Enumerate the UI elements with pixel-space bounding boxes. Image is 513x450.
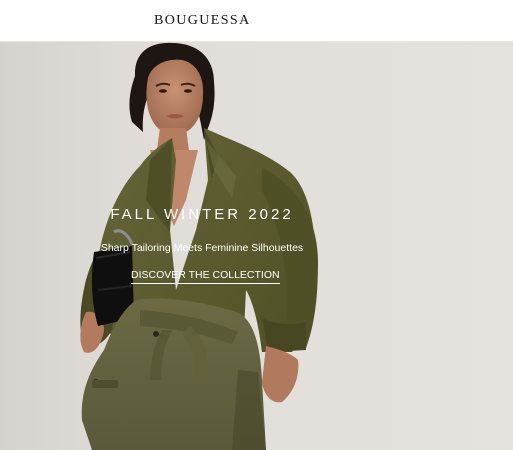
- brand-logo[interactable]: BOUGUESSA: [154, 13, 251, 29]
- discover-collection-link[interactable]: DISCOVER THE COLLECTION: [131, 269, 280, 284]
- hero-banner[interactable]: FALL WINTER 2022 Sharp Tailoring Meets F…: [0, 42, 513, 450]
- hero-subtitle: Sharp Tailoring Meets Feminine Silhouett…: [100, 242, 304, 254]
- hero-title: FALL WINTER 2022: [110, 206, 294, 223]
- site-header: BOUGUESSA: [0, 0, 513, 42]
